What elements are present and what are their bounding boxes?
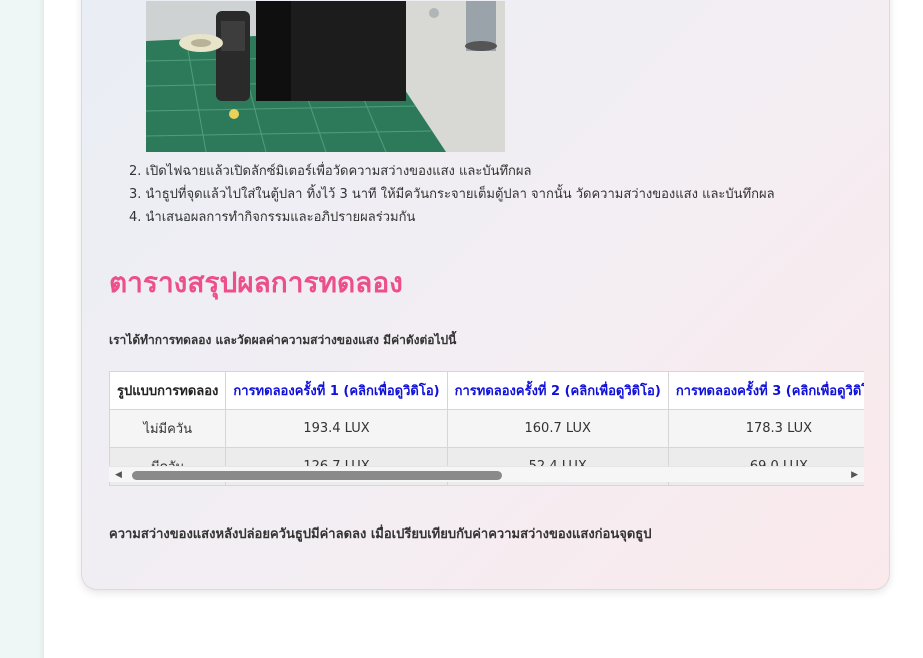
scrollbar-thumb[interactable] [132, 471, 502, 480]
scroll-right-icon[interactable]: ▶ [851, 470, 858, 480]
table-cell: 160.7 LUX [446, 409, 669, 448]
results-table-scroll[interactable]: รูปแบบการทดลอง การทดลองครั้งที่ 1 (คลิกเ… [109, 371, 864, 503]
header-method: รูปแบบการทดลอง [109, 371, 227, 410]
conclusion-text: ความสว่างของแสงหลังปล่อยควันธูปมีค่าลดลง… [109, 527, 652, 542]
horizontal-scrollbar[interactable]: ◀ ▶ [109, 466, 864, 482]
step-item: 4. นำเสนอผลการทำกิจกรรมและอภิปรายผลร่วมก… [129, 210, 416, 225]
header-trial-2-video-link[interactable]: การทดลองครั้งที่ 2 (คลิกเพื่อดูวิดิโอ) [446, 371, 669, 410]
experiment-photo [146, 1, 505, 152]
scroll-left-icon[interactable]: ◀ [115, 470, 122, 480]
row-label: ไม่มีควัน [109, 409, 227, 448]
step-item: 3. นำธูปที่จุดแล้วไปใส่ในตู้ปลา ทิ้งไว้ … [129, 187, 775, 202]
header-trial-3-video-link[interactable]: การทดลองครั้งที่ 3 (คลิกเพื่อดูวิดิโอ) [667, 371, 864, 410]
intro-text: เราได้ทำการทดลอง และวัดผลค่าความสว่างของ… [109, 333, 457, 347]
content-card: 2. เปิดไฟฉายแล้วเปิดลักซ์มิเตอร์เพื่อวัด… [81, 0, 890, 590]
step-item: 2. เปิดไฟฉายแล้วเปิดลักซ์มิเตอร์เพื่อวัด… [129, 164, 532, 179]
table-cell: 178.3 LUX [667, 409, 864, 448]
section-title: ตารางสรุปผลการทดลอง [109, 266, 403, 299]
header-trial-1-video-link[interactable]: การทดลองครั้งที่ 1 (คลิกเพื่อดูวิดิโอ) [225, 371, 448, 410]
table-row: ไม่มีควัน 193.4 LUX 160.7 LUX 178.3 LUX [109, 409, 864, 448]
table-header-row: รูปแบบการทดลอง การทดลองครั้งที่ 1 (คลิกเ… [109, 371, 864, 410]
procedure-steps: 2. เปิดไฟฉายแล้วเปิดลักซ์มิเตอร์เพื่อวัด… [129, 160, 775, 229]
table-cell: 193.4 LUX [225, 409, 448, 448]
